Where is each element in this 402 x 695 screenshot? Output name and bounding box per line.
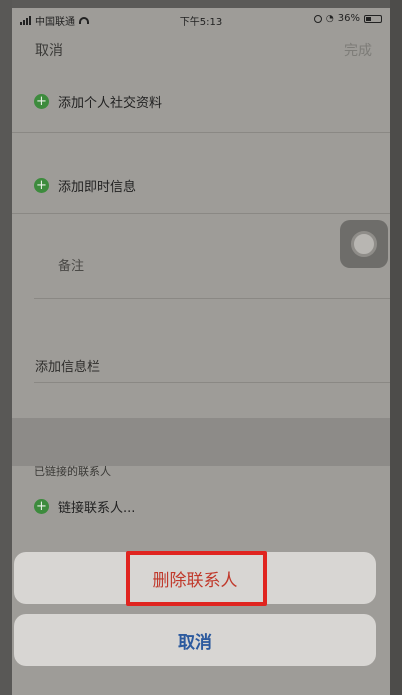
battery-icon <box>364 14 382 23</box>
assistive-touch-button[interactable] <box>340 220 388 268</box>
add-icon: + <box>34 499 49 514</box>
tab-bar <box>12 675 390 695</box>
divider <box>12 213 390 214</box>
add-instant-message-row[interactable]: + 添加即时信息 <box>12 176 390 195</box>
alarm-icon: ◔ <box>325 13 334 24</box>
add-instant-message-label: 添加即时信息 <box>58 180 137 195</box>
sheet-cancel-button[interactable]: 取消 <box>14 614 376 666</box>
add-social-profile-label: 添加个人社交资料 <box>58 96 163 111</box>
linked-contacts-header: 已链接的联系人 <box>34 465 111 478</box>
add-icon: + <box>34 94 49 109</box>
link-contact-row[interactable]: + 链接联系人... <box>12 497 390 516</box>
battery-percent: 36% <box>337 13 360 24</box>
add-field-row[interactable]: 添加信息栏 <box>35 356 100 375</box>
device-bezel-right <box>390 0 402 695</box>
highlight-box <box>126 551 267 606</box>
link-contact-label: 链接联系人... <box>58 501 136 516</box>
nav-cancel-button[interactable]: 取消 <box>35 40 63 60</box>
add-icon: + <box>34 178 49 193</box>
divider <box>34 382 390 383</box>
nav-done-button[interactable]: 完成 <box>344 40 372 60</box>
notes-field[interactable]: 备注 <box>58 255 84 274</box>
add-social-profile-row[interactable]: + 添加个人社交资料 <box>12 92 390 111</box>
status-bar: 中国联通 下午5:13 ◔ 36% <box>12 8 390 30</box>
divider <box>34 298 390 299</box>
orientation-lock-icon <box>313 14 322 23</box>
section-gap <box>12 418 390 466</box>
device-bezel-left <box>0 0 12 695</box>
divider <box>12 132 390 133</box>
